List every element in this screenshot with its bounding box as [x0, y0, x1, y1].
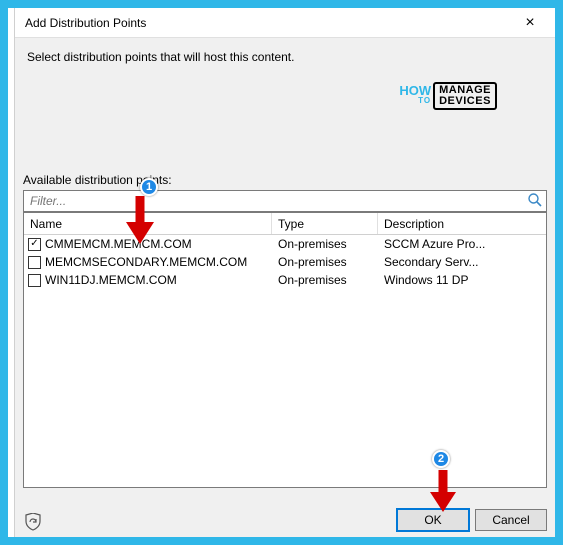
- row-checkbox[interactable]: [28, 274, 41, 287]
- cancel-button[interactable]: Cancel: [475, 509, 547, 531]
- dialog-window: Add Distribution Points × Select distrib…: [14, 8, 555, 537]
- annotation-arrow-1: [120, 194, 160, 246]
- shield-refresh-icon[interactable]: [23, 513, 43, 531]
- row-description: Secondary Serv...: [378, 255, 546, 269]
- row-checkbox[interactable]: [28, 256, 41, 269]
- watermark-logo: HOW TO MANAGE DEVICES: [399, 82, 497, 110]
- row-name: WIN11DJ.MEMCM.COM: [45, 273, 177, 287]
- watermark-line2: DEVICES: [439, 96, 491, 107]
- row-description: SCCM Azure Pro...: [378, 237, 546, 251]
- titlebar: Add Distribution Points ×: [15, 8, 555, 38]
- search-icon[interactable]: [527, 192, 543, 208]
- close-icon[interactable]: ×: [515, 14, 545, 32]
- row-type: On-premises: [272, 273, 378, 287]
- table-row[interactable]: MEMCMSECONDARY.MEMCM.COM On-premisesSecon…: [24, 253, 546, 271]
- annotation-arrow-2: [425, 468, 461, 514]
- row-type: On-premises: [272, 237, 378, 251]
- row-checkbox[interactable]: [28, 238, 41, 251]
- row-name: MEMCMSECONDARY.MEMCM.COM: [45, 255, 247, 269]
- dialog-instruction: Select distribution points that will hos…: [15, 38, 555, 70]
- row-description: Windows 11 DP: [378, 273, 546, 287]
- list-header: Name Type Description: [24, 213, 546, 235]
- button-bar: OK Cancel: [397, 509, 547, 531]
- annotation-badge-1: 1: [140, 178, 158, 196]
- dp-listview[interactable]: Name Type Description CMMEMCM.MEMCM.COM O…: [23, 212, 547, 488]
- table-row[interactable]: WIN11DJ.MEMCM.COM On-premisesWindows 11 D…: [24, 271, 546, 289]
- column-header-description[interactable]: Description: [378, 213, 546, 234]
- table-row[interactable]: CMMEMCM.MEMCM.COM On-premisesSCCM Azure P…: [24, 235, 546, 253]
- row-type: On-premises: [272, 255, 378, 269]
- row-name: CMMEMCM.MEMCM.COM: [45, 237, 192, 251]
- filter-input[interactable]: [23, 190, 547, 212]
- column-header-type[interactable]: Type: [272, 213, 378, 234]
- dialog-title: Add Distribution Points: [25, 16, 146, 30]
- available-label: Available distribution points:: [23, 173, 547, 187]
- annotation-badge-2: 2: [432, 450, 450, 468]
